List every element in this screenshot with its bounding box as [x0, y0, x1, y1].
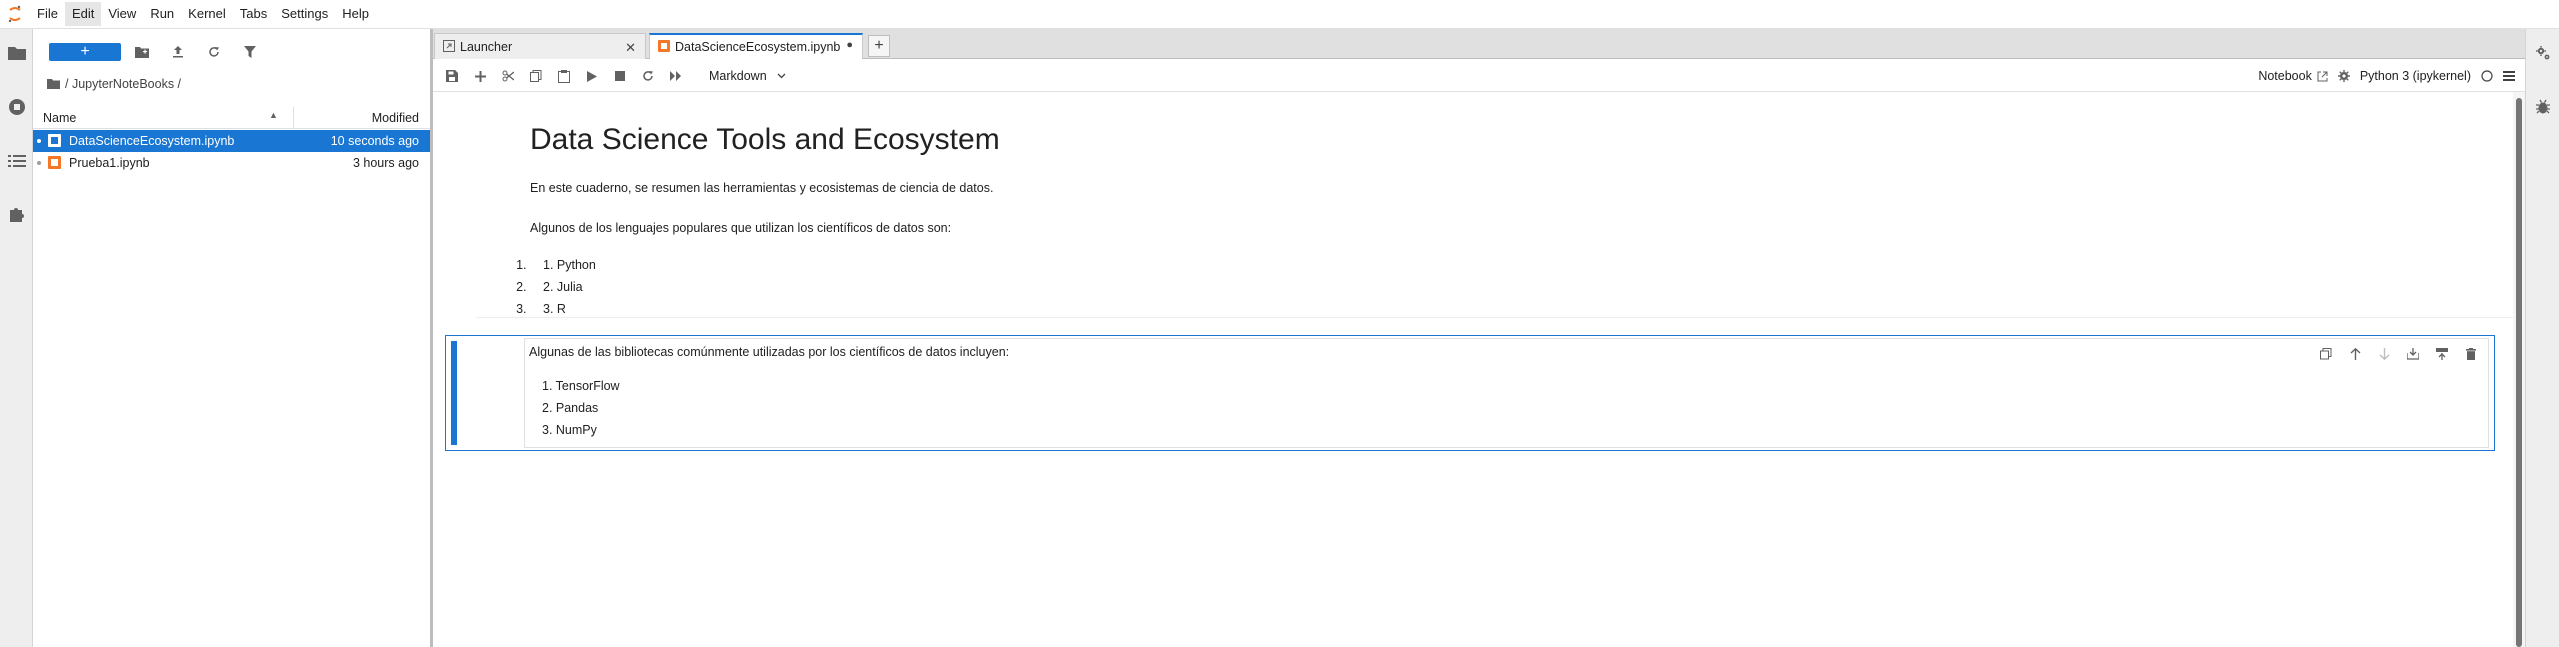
insert-cell-icon[interactable] — [471, 67, 489, 85]
document-tab-bar: Launcher ✕ DataScienceEcosystem.ipynb ● … — [433, 29, 2525, 60]
notebook-toolbar: Markdown Notebook Python 3 (ipykernel) — [433, 59, 2525, 92]
kernel-settings-icon[interactable] — [2337, 70, 2350, 82]
notebook-title: Data Science Tools and Ecosystem — [530, 123, 1000, 156]
status-indicator — [37, 161, 41, 165]
open-in-notebook-button[interactable]: Notebook — [2258, 69, 2328, 83]
insert-cell-below-icon[interactable] — [2433, 345, 2451, 363]
menu-edit[interactable]: Edit — [64, 2, 102, 26]
debugger-icon[interactable] — [2533, 97, 2553, 117]
filter-icon[interactable] — [241, 43, 259, 61]
run-all-icon[interactable] — [667, 67, 685, 85]
list-item: 3. NumPy — [542, 423, 597, 437]
jupyter-logo-icon — [0, 0, 30, 29]
launcher-icon — [443, 40, 455, 52]
restart-kernel-icon[interactable] — [639, 67, 657, 85]
menu-bar: File Edit View Run Kernel Tabs Settings … — [0, 0, 2559, 29]
cell-divider — [476, 317, 2523, 318]
file-row[interactable]: DataScienceEcosystem.ipynb 10 seconds ag… — [33, 130, 430, 152]
left-sidebar — [0, 29, 33, 647]
menu-icon[interactable] — [2503, 71, 2515, 81]
menu-file[interactable]: File — [30, 2, 65, 26]
file-modified: 10 seconds ago — [330, 134, 419, 148]
notebook-icon — [658, 40, 670, 52]
list-item: 1. Python — [530, 254, 596, 276]
file-name: DataScienceEcosystem.ipynb — [69, 134, 235, 148]
tab-label: DataScienceEcosystem.ipynb — [675, 40, 841, 54]
new-folder-icon[interactable] — [133, 43, 151, 61]
menu-settings[interactable]: Settings — [274, 2, 335, 26]
unsaved-changes-icon[interactable]: ● — [846, 39, 853, 51]
cell-type-value: Markdown — [709, 69, 767, 83]
tab-notebook[interactable]: DataScienceEcosystem.ipynb ● — [649, 33, 863, 60]
file-browser: + / JupyterNoteBooks / Name ▲ Modified D… — [33, 29, 430, 647]
duplicate-cell-icon[interactable] — [2317, 345, 2335, 363]
refresh-icon[interactable] — [205, 43, 223, 61]
folder-icon[interactable] — [7, 43, 27, 63]
notebook-file-icon — [48, 156, 61, 169]
run-icon[interactable] — [583, 67, 601, 85]
file-list-header: Name ▲ Modified — [33, 107, 430, 129]
notebook-toolbar-right: Notebook Python 3 (ipykernel) — [2258, 67, 2515, 85]
column-divider — [293, 107, 294, 129]
tab-launcher[interactable]: Launcher ✕ — [434, 33, 646, 59]
notebook-file-icon — [48, 134, 61, 147]
libraries-list: 1. TensorFlow 2. Pandas 3. NumPy — [529, 375, 620, 441]
column-modified[interactable]: Modified — [372, 111, 419, 125]
menu-view[interactable]: View — [101, 2, 143, 26]
list-item: 1. TensorFlow — [542, 379, 620, 393]
notebook-label: Notebook — [2258, 69, 2312, 83]
list-item: 2. Julia — [530, 276, 596, 298]
upload-icon[interactable] — [169, 43, 187, 61]
right-sidebar — [2525, 29, 2559, 647]
cut-icon[interactable] — [499, 67, 517, 85]
add-tab-button[interactable]: + — [868, 35, 890, 57]
file-row[interactable]: Prueba1.ipynb 3 hours ago — [33, 152, 430, 174]
new-launcher-button[interactable]: + — [49, 43, 121, 61]
column-name[interactable]: Name — [43, 111, 76, 125]
sort-ascending-icon: ▲ — [269, 110, 278, 120]
menu-tabs[interactable]: Tabs — [233, 2, 274, 26]
file-name: Prueba1.ipynb — [69, 156, 150, 170]
file-modified: 3 hours ago — [352, 156, 419, 170]
insert-cell-above-icon[interactable] — [2404, 345, 2422, 363]
close-icon[interactable]: ✕ — [625, 40, 636, 56]
intro-text: En este cuaderno, se resumen las herrami… — [530, 181, 994, 195]
move-up-icon[interactable] — [2346, 345, 2364, 363]
move-down-icon[interactable] — [2375, 345, 2393, 363]
running-indicator — [37, 139, 41, 143]
notebook-panel: Data Science Tools and Ecosystem En este… — [433, 92, 2525, 647]
extension-manager-icon[interactable] — [7, 204, 27, 224]
menu-run[interactable]: Run — [143, 2, 181, 26]
external-link-icon — [2317, 71, 2328, 82]
menu-help[interactable]: Help — [335, 2, 376, 26]
markdown-cell-active[interactable]: Algunas de las bibliotecas comúnmente ut… — [445, 335, 2495, 451]
kernel-name[interactable]: Python 3 (ipykernel) — [2360, 69, 2471, 83]
kernel-status-idle-icon — [2481, 70, 2493, 82]
collapser-bar[interactable] — [451, 341, 457, 445]
cell-toolbar — [2317, 345, 2480, 363]
cell-type-select[interactable]: Markdown — [709, 67, 786, 85]
home-folder-icon[interactable] — [47, 79, 60, 89]
scrollbar-thumb[interactable] — [2516, 98, 2522, 647]
copy-icon[interactable] — [527, 67, 545, 85]
breadcrumb: / JupyterNoteBooks / — [47, 75, 181, 93]
list-item: 2. Pandas — [542, 401, 599, 415]
menu-kernel[interactable]: Kernel — [181, 2, 233, 26]
save-icon[interactable] — [443, 67, 461, 85]
languages-list: 1. Python 2. Julia 3. R — [530, 254, 596, 320]
vertical-scrollbar[interactable] — [2513, 92, 2525, 647]
table-of-contents-icon[interactable] — [7, 151, 27, 171]
running-sessions-icon[interactable] — [7, 97, 27, 117]
breadcrumb-path[interactable]: / JupyterNoteBooks / — [65, 77, 181, 91]
markdown-cell-1[interactable]: Data Science Tools and Ecosystem — [530, 123, 1000, 157]
cell-editor[interactable]: Algunas de las bibliotecas comúnmente ut… — [524, 338, 2489, 448]
stop-icon[interactable] — [611, 67, 629, 85]
tab-label: Launcher — [460, 40, 513, 54]
delete-cell-icon[interactable] — [2462, 345, 2480, 363]
languages-intro-text: Algunos de los lenguajes populares que u… — [530, 221, 952, 235]
paste-icon[interactable] — [555, 67, 573, 85]
property-inspector-icon[interactable] — [2533, 43, 2553, 63]
libraries-intro-text: Algunas de las bibliotecas comúnmente ut… — [529, 345, 1010, 359]
chevron-down-icon — [777, 73, 786, 79]
